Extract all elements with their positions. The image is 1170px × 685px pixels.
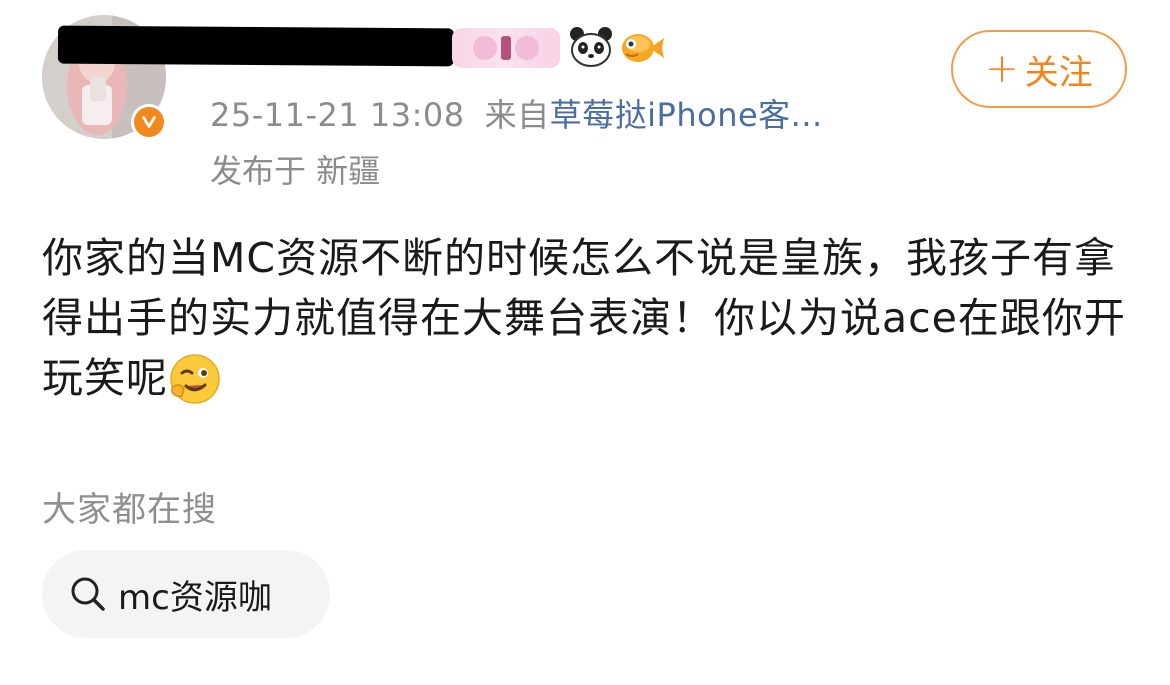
source-prefix: 来自 — [484, 96, 550, 134]
source-link[interactable]: 草莓挞iPhone客... — [550, 96, 823, 134]
search-icon — [71, 577, 105, 611]
username-redacted[interactable] — [57, 25, 455, 67]
fish-icon — [622, 34, 664, 62]
trending-label: 大家都在搜 — [42, 490, 217, 530]
post-timestamp: 25-11-21 13:08 — [210, 96, 465, 134]
post-meta: 25-11-21 13:08 来自草莓挞iPhone客... — [210, 90, 823, 136]
post-content: 你家的当MC资源不断的时候怎么不说是皇族，我孩子有拿得出手的实力就值得在大舞台表… — [42, 228, 1132, 408]
post-location: 发布于 新疆 — [210, 152, 381, 190]
name-decoration-icon — [452, 28, 560, 68]
panda-icon — [570, 27, 612, 67]
follow-label: 关注 — [1024, 52, 1093, 93]
search-chip-label: mc资源咖 — [118, 577, 272, 618]
verified-badge-icon — [131, 104, 167, 140]
follow-button[interactable]: + 关注 — [951, 30, 1127, 108]
plus-icon: + — [985, 46, 1019, 92]
trending-search-chip[interactable]: mc资源咖 — [42, 550, 330, 638]
wink-emoji-icon — [170, 354, 220, 404]
